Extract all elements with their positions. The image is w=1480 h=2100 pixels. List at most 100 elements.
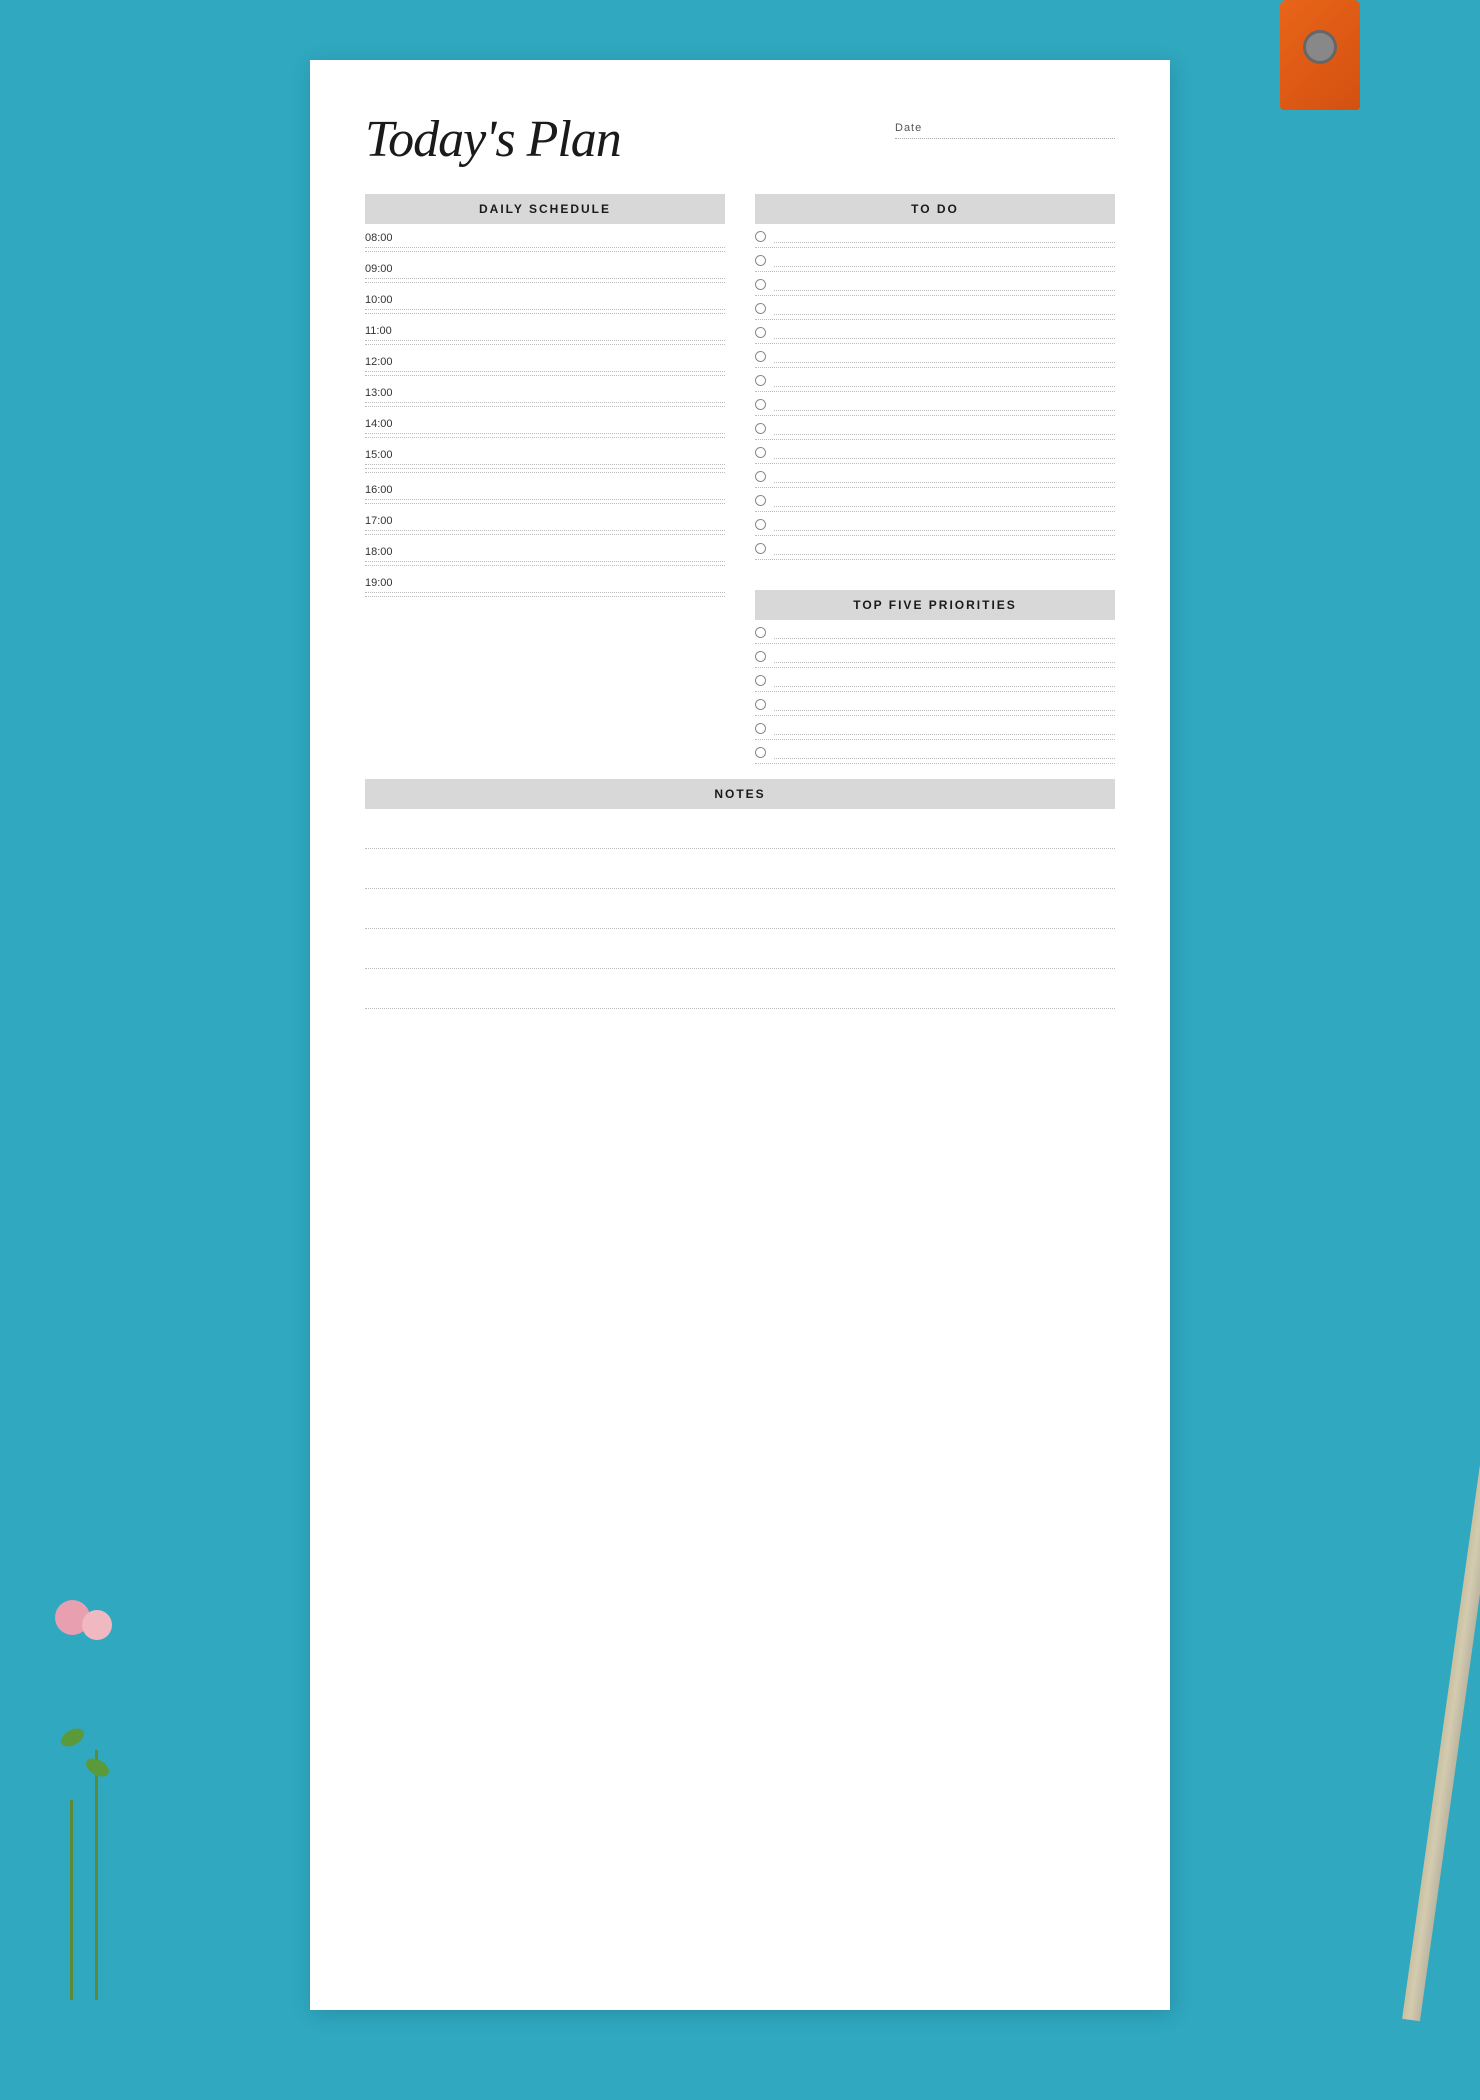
todo-input-line	[774, 469, 1115, 483]
paper: Today's Plan Date DAILY SCHEDULE 08:00 0…	[310, 60, 1170, 2010]
priority-circle	[755, 675, 766, 686]
todo-item	[755, 440, 1115, 464]
todo-item	[755, 320, 1115, 344]
date-section: Date	[895, 122, 1115, 139]
schedule-line	[365, 530, 725, 531]
schedule-line	[365, 499, 725, 500]
priority-input-line	[774, 745, 1115, 759]
notes-area: NOTES	[365, 779, 1115, 1009]
priority-item	[755, 740, 1115, 764]
todo-circle	[755, 279, 766, 290]
time-label-1200: 12:00	[365, 352, 725, 368]
priority-input-line	[774, 721, 1115, 735]
notes-line	[365, 937, 1115, 969]
todo-input-line	[774, 493, 1115, 507]
schedule-line	[365, 472, 725, 473]
schedule-line	[365, 375, 725, 376]
time-slot-1800: 18:00	[365, 538, 725, 569]
time-slot-1700: 17:00	[365, 507, 725, 538]
notes-line	[365, 897, 1115, 929]
priority-item	[755, 644, 1115, 668]
todo-circle	[755, 375, 766, 386]
todo-input-line	[774, 397, 1115, 411]
time-slot-0900: 09:00	[365, 255, 725, 286]
schedule-line	[365, 344, 725, 345]
todo-item	[755, 464, 1115, 488]
todo-circle	[755, 231, 766, 242]
notes-header: NOTES	[365, 779, 1115, 809]
priority-input-line	[774, 649, 1115, 663]
priority-input-line	[774, 625, 1115, 639]
schedule-line	[365, 433, 725, 434]
todo-circle	[755, 447, 766, 458]
todo-circle	[755, 543, 766, 554]
schedule-header: DAILY SCHEDULE	[365, 194, 725, 224]
schedule-line	[365, 309, 725, 310]
schedule-line	[365, 402, 725, 403]
todo-input-line	[774, 277, 1115, 291]
schedule-line	[365, 561, 725, 562]
todo-circle	[755, 495, 766, 506]
priority-input-line	[774, 697, 1115, 711]
todo-circle	[755, 423, 766, 434]
schedule-line	[365, 565, 725, 566]
todo-item	[755, 272, 1115, 296]
priority-item	[755, 620, 1115, 644]
notes-line	[365, 817, 1115, 849]
todo-item	[755, 488, 1115, 512]
todo-input-line	[774, 253, 1115, 267]
todo-item	[755, 536, 1115, 560]
time-label-1900: 19:00	[365, 573, 725, 589]
todo-input-line	[774, 325, 1115, 339]
schedule-line	[365, 468, 725, 469]
page-title: Today's Plan	[365, 110, 895, 169]
date-label: Date	[895, 122, 922, 134]
time-label-1300: 13:00	[365, 383, 725, 399]
schedule-line	[365, 592, 725, 593]
date-line	[895, 138, 1115, 139]
time-label-1400: 14:00	[365, 414, 725, 430]
schedule-line	[365, 406, 725, 407]
schedule-line	[365, 437, 725, 438]
header: Today's Plan Date	[365, 110, 1115, 169]
schedule-line	[365, 371, 725, 372]
right-column: TO DO	[755, 194, 1115, 764]
schedule-line	[365, 251, 725, 252]
todo-circle	[755, 519, 766, 530]
time-label-1000: 10:00	[365, 290, 725, 306]
todo-input-line	[774, 541, 1115, 555]
priority-item	[755, 716, 1115, 740]
time-label-1800: 18:00	[365, 542, 725, 558]
todo-item	[755, 224, 1115, 248]
todo-item	[755, 392, 1115, 416]
time-label-0900: 09:00	[365, 259, 725, 275]
todo-input-line	[774, 301, 1115, 315]
schedule-line	[365, 313, 725, 314]
priorities-section: TOP FIVE PRIORITIES	[755, 590, 1115, 764]
todo-circle	[755, 255, 766, 266]
todo-input-line	[774, 421, 1115, 435]
priority-circle	[755, 627, 766, 638]
todo-input-line	[774, 517, 1115, 531]
priority-circle	[755, 651, 766, 662]
todo-circle	[755, 327, 766, 338]
notes-line	[365, 857, 1115, 889]
priority-item	[755, 668, 1115, 692]
priority-circle	[755, 723, 766, 734]
main-grid: DAILY SCHEDULE 08:00 09:00 10:00 11:	[365, 194, 1115, 764]
todo-item	[755, 344, 1115, 368]
schedule-line	[365, 503, 725, 504]
notes-line	[365, 977, 1115, 1009]
time-slot-1000: 10:00	[365, 286, 725, 317]
schedule-line	[365, 282, 725, 283]
todo-item	[755, 248, 1115, 272]
priority-circle	[755, 699, 766, 710]
schedule-line	[365, 278, 725, 279]
priority-input-line	[774, 673, 1115, 687]
todo-header: TO DO	[755, 194, 1115, 224]
schedule-section: DAILY SCHEDULE 08:00 09:00 10:00 11:	[365, 194, 725, 764]
time-slot-1200: 12:00	[365, 348, 725, 379]
time-label-1700: 17:00	[365, 511, 725, 527]
time-slot-1900: 19:00	[365, 569, 725, 600]
priorities-header: TOP FIVE PRIORITIES	[755, 590, 1115, 620]
